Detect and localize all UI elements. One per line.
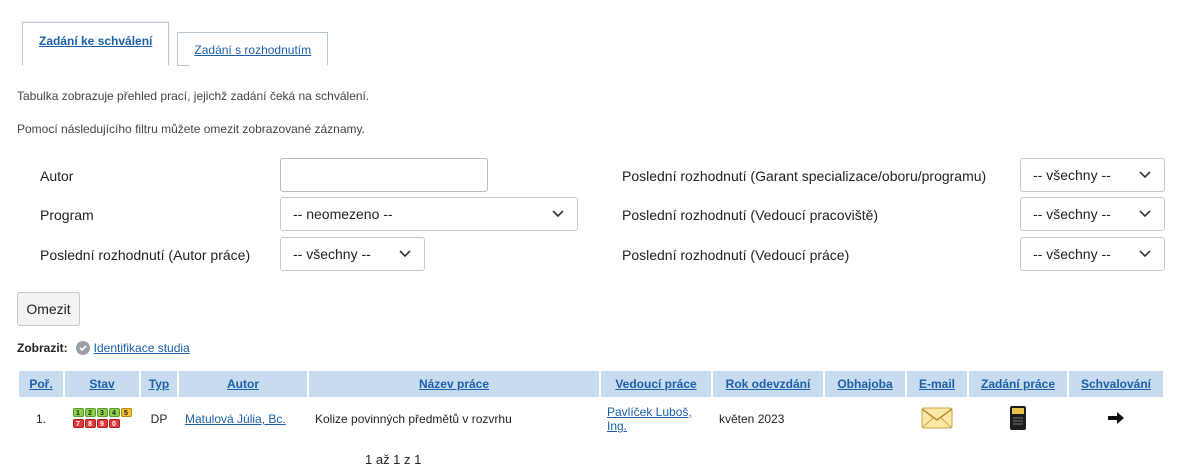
posl-autor-label: Poslední rozhodnutí (Autor práce): [40, 247, 251, 263]
col-stav[interactable]: Stav: [65, 371, 139, 397]
col-poradi[interactable]: Poř.: [19, 371, 63, 397]
chevron-down-icon: [1139, 210, 1151, 218]
col-typ[interactable]: Typ: [141, 371, 177, 397]
status-box: 7: [72, 419, 84, 428]
col-autor[interactable]: Autor: [179, 371, 307, 397]
col-obhajoba[interactable]: Obhajoba: [825, 371, 905, 397]
status-box: 3: [96, 408, 108, 417]
tab-bar: Zadání ke schválení Zadání s rozhodnutím: [22, 22, 336, 66]
posl-vedouci-label: Poslední rozhodnutí (Vedoucí práce): [622, 247, 850, 263]
posl-garant-label: Poslední rozhodnutí (Garant specializace…: [622, 168, 987, 184]
posl-pracoviste-label: Poslední rozhodnutí (Vedoucí pracoviště): [622, 207, 879, 223]
pager-text: 1 až 1 z 1: [365, 452, 422, 467]
posl-pracoviste-select-value: -- všechny --: [1033, 206, 1111, 222]
posl-garant-select-value: -- všechny --: [1033, 167, 1111, 183]
col-rok[interactable]: Rok odevzdání: [713, 371, 823, 397]
cell-autor: Matulová Júlia, Bc.: [179, 397, 307, 441]
posl-vedouci-select-value: -- všechny --: [1033, 246, 1111, 262]
display-label: Zobrazit:: [17, 341, 68, 355]
status-box: 4: [108, 408, 120, 417]
envelope-icon[interactable]: [921, 406, 953, 430]
status-box: 8: [84, 419, 96, 428]
posl-pracoviste-select[interactable]: -- všechny --: [1020, 197, 1165, 231]
col-vedouci[interactable]: Vedoucí práce: [601, 371, 711, 397]
posl-garant-select[interactable]: -- všechny --: [1020, 158, 1165, 192]
col-email: E-mail: [907, 371, 967, 397]
program-label: Program: [40, 207, 94, 223]
cell-obhajoba: [825, 397, 905, 441]
tab-zadani-s-rozhodnutim[interactable]: Zadání s rozhodnutím: [177, 32, 329, 66]
info-text-2: Pomocí následujícího filtru můžete omezi…: [17, 122, 365, 136]
status-box: 1: [72, 408, 84, 417]
posl-vedouci-select[interactable]: -- všechny --: [1020, 237, 1165, 271]
chevron-down-icon: [1139, 171, 1151, 179]
cell-nazev: Kolize povinných předmětů v rozvrhu: [315, 412, 512, 426]
chevron-down-icon: [552, 210, 564, 218]
status-boxes: 1 2 3 4 5 7 8 9 0: [72, 408, 132, 430]
status-box: 2: [84, 408, 96, 417]
autor-input[interactable]: [280, 158, 488, 192]
chevron-down-icon: [399, 250, 411, 258]
cell-poradi: 1.: [35, 412, 46, 426]
tab-zadani-ke-schvaleni[interactable]: Zadání ke schválení: [22, 22, 170, 66]
status-box: 9: [96, 419, 108, 428]
program-select-value: -- neomezeno --: [293, 206, 393, 222]
document-icon[interactable]: [1009, 405, 1027, 431]
cell-schvalovani: [1069, 397, 1163, 441]
omezit-button[interactable]: Omezit: [17, 292, 80, 326]
table-row: 1. 1 2 3 4 5 7 8 9 0 DP Matulová Júlia, …: [19, 397, 1163, 441]
posl-autor-select[interactable]: -- všechny --: [280, 237, 425, 271]
chevron-down-icon: [1139, 250, 1151, 258]
check-circle-icon[interactable]: [75, 341, 90, 355]
arrow-right-icon[interactable]: [1107, 411, 1125, 424]
autor-link[interactable]: Matulová Júlia, Bc.: [185, 412, 286, 426]
autor-label: Autor: [40, 168, 74, 184]
cell-rok: květen 2023: [719, 412, 785, 426]
cell-email: [907, 397, 967, 441]
vedouci-link[interactable]: Pavlíček Luboš, Ing.: [607, 405, 692, 433]
col-zadani: Zadání práce: [969, 371, 1067, 397]
posl-autor-select-value: -- všechny --: [293, 246, 371, 262]
program-select[interactable]: -- neomezeno --: [280, 197, 578, 231]
cell-stav: 1 2 3 4 5 7 8 9 0: [65, 397, 139, 441]
col-nazev[interactable]: Název práce: [309, 371, 599, 397]
status-box: 5: [120, 408, 132, 417]
cell-vedouci: Pavlíček Luboš, Ing.: [601, 397, 711, 441]
theses-table: Poř. Stav Typ Autor Název práce Vedoucí …: [17, 371, 1165, 441]
cell-zadani: [969, 397, 1067, 441]
status-box: 0: [108, 419, 120, 428]
identifikace-studia-link[interactable]: Identifikace studia: [94, 341, 190, 355]
display-options: Zobrazit: Identifikace studia: [17, 341, 190, 355]
table-header-row: Poř. Stav Typ Autor Název práce Vedoucí …: [19, 371, 1163, 397]
info-text-1: Tabulka zobrazuje přehled prací, jejichž…: [17, 89, 370, 103]
col-schvalovani: Schvalování: [1069, 371, 1163, 397]
cell-typ: DP: [150, 412, 168, 426]
